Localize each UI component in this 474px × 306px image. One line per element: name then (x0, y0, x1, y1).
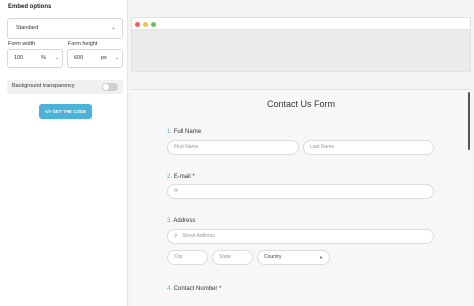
question-number: 1. (167, 129, 173, 135)
question-number: 3. (167, 218, 173, 224)
get-the-code-label: GET THE CODE (52, 109, 87, 114)
caret-down-icon: ▼ (319, 255, 323, 260)
question-number: 2. (167, 174, 173, 180)
form-width-value: 100 (14, 55, 24, 61)
maximize-dot-icon (151, 22, 156, 27)
chevron-down-icon: ⌄ (110, 25, 116, 31)
form-title: Contact Us Form (266, 99, 335, 109)
street-address-input[interactable]: ⚲ Street Address (167, 229, 434, 244)
question-number: 4. (167, 286, 173, 292)
city-input[interactable]: City (167, 250, 208, 265)
form-height-label: Form height (68, 41, 98, 47)
state-input[interactable]: State (212, 250, 253, 265)
chevron-down-icon: ⌄ (114, 55, 119, 61)
form-preview: Contact Us Form 1. Full Name First Name … (131, 89, 471, 306)
email-input[interactable]: ✉ (167, 184, 434, 199)
question-label: Address (173, 218, 196, 224)
browser-frame (131, 17, 471, 72)
embed-options-panel: Embed options Standard ⌄ Form width Form… (0, 0, 128, 306)
style-select[interactable]: Standard ⌄ (7, 18, 123, 39)
get-the-code-button[interactable]: </> GET THE CODE (39, 104, 92, 119)
code-icon: </> (44, 109, 52, 114)
background-transparency-row: Background transparency (7, 80, 123, 94)
form-width-input[interactable]: 100 % ⌄ (7, 49, 63, 68)
country-select[interactable]: Country ▼ (257, 250, 330, 265)
form-width-unit[interactable]: % (41, 50, 46, 67)
form-width-label: Form width (8, 41, 36, 47)
minimize-dot-icon (143, 22, 148, 27)
toggle-knob (103, 84, 109, 90)
form-height-value: 600 (74, 55, 84, 61)
last-name-input[interactable]: Last Name (303, 140, 434, 155)
question-label: E-mail * (173, 174, 195, 180)
close-dot-icon (135, 22, 140, 27)
background-transparency-label: Background transparency (12, 83, 75, 89)
question-email: 2. E-mail * (167, 174, 195, 180)
question-contact-number: 4. Contact Number * (167, 286, 221, 292)
map-pin-icon: ⚲ (174, 233, 178, 239)
embed-options-screen: Embed options Standard ⌄ Form width Form… (0, 0, 474, 306)
question-address: 3. Address (167, 218, 195, 224)
street-address-placeholder: Street Address (182, 233, 215, 239)
question-full-name: 1. Full Name (167, 129, 201, 135)
preview-area: Contact Us Form 1. Full Name First Name … (128, 0, 474, 306)
browser-bar (132, 18, 470, 30)
country-select-value: Country (264, 254, 282, 260)
chevron-down-icon: ⌄ (54, 55, 59, 61)
style-select-value: Standard (16, 25, 39, 31)
panel-title: Embed options (8, 4, 52, 10)
question-label: Contact Number * (173, 286, 222, 292)
form-height-input[interactable]: 600 px ⌄ (67, 49, 123, 68)
first-name-input[interactable]: First Name (167, 140, 299, 155)
question-label: Full Name (173, 129, 202, 135)
background-transparency-toggle[interactable] (102, 83, 118, 91)
form-height-unit[interactable]: px (101, 50, 107, 67)
envelope-icon: ✉ (174, 188, 179, 194)
